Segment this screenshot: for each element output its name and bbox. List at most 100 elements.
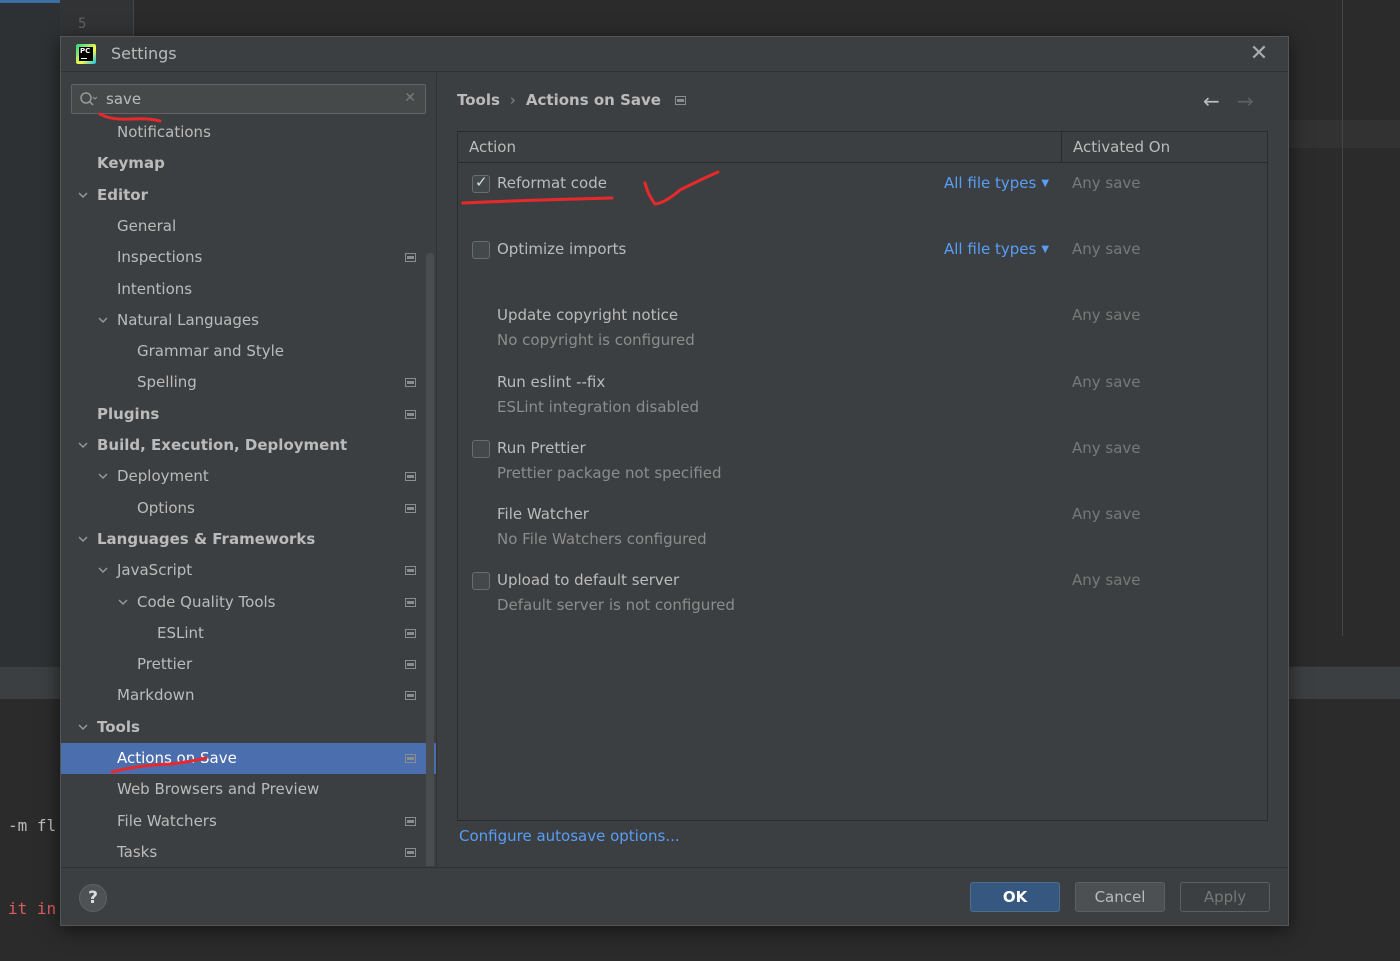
tree-item[interactable]: Web Browsers and Preview (61, 774, 436, 805)
chevron-down-icon[interactable] (77, 533, 89, 545)
help-button[interactable]: ? (79, 884, 107, 912)
tree-item-label: File Watchers (117, 811, 217, 830)
tree-item[interactable]: Spelling (61, 367, 436, 398)
activated-on-value: Any save (1072, 174, 1141, 192)
tree-item[interactable]: Tasks (61, 837, 436, 866)
line-number: 5 (78, 16, 87, 32)
tree-item[interactable]: File Watchers (61, 806, 436, 837)
action-subtitle: No copyright is configured (497, 331, 695, 350)
tree-item[interactable]: Inspections (61, 242, 436, 273)
tree-item[interactable]: Plugins (61, 399, 436, 430)
action-title[interactable]: Run Prettier (497, 439, 586, 457)
chevron-down-icon: ▼ (1041, 178, 1050, 189)
tree-item-label: Tasks (117, 842, 158, 861)
dialog-title: Settings (111, 44, 177, 63)
breadcrumb-parent[interactable]: Tools (457, 91, 500, 109)
settings-sidebar: ✕ Notifications Keymap Editor General Inspec… (61, 73, 436, 866)
action-row: Reformat code All file types ▼ Any save (458, 170, 1267, 230)
tree-item-label: Spelling (137, 373, 197, 392)
action-checkbox[interactable] (472, 241, 490, 260)
tree-item-label: Actions on Save (117, 749, 237, 767)
tree-item[interactable]: Languages & Frameworks (61, 524, 436, 555)
tree-item[interactable]: JavaScript (61, 555, 436, 586)
tree-item[interactable]: Code Quality Tools (61, 587, 436, 618)
table-header: Action Activated On (458, 132, 1267, 163)
breadcrumb-separator: › (509, 91, 516, 109)
ok-button[interactable]: OK (970, 882, 1060, 912)
activated-on-value: Any save (1072, 438, 1141, 457)
action-row: File Watcher No File Watchers configured A… (458, 501, 1267, 561)
project-level-icon (405, 660, 416, 670)
file-types-label: All file types (944, 174, 1037, 192)
terminal-line-error: it in (8, 899, 57, 918)
tree-item[interactable]: Keymap (61, 148, 436, 179)
action-checkbox[interactable] (472, 439, 490, 458)
cancel-button[interactable]: Cancel (1075, 882, 1165, 912)
tree-item-label: Natural Languages (117, 310, 259, 329)
chevron-down-icon[interactable] (77, 189, 89, 201)
chevron-down-icon[interactable] (77, 439, 89, 451)
breadcrumb-current: Actions on Save (525, 91, 661, 109)
close-icon[interactable]: ✕ (1248, 43, 1270, 65)
project-level-icon (674, 96, 686, 105)
tree-item[interactable]: Intentions (61, 274, 436, 305)
apply-button[interactable]: Apply (1180, 882, 1270, 912)
action-title: Run eslint --fix (497, 372, 606, 391)
dialog-titlebar: PC Settings ✕ (61, 37, 1288, 72)
forward-arrow-icon[interactable]: → (1237, 89, 1254, 113)
configure-autosave-link[interactable]: Configure autosave options... (459, 827, 680, 845)
column-header-action[interactable]: Action (458, 132, 1062, 163)
action-subtitle: No File Watchers configured (497, 530, 707, 548)
clear-search-icon[interactable]: ✕ (404, 90, 416, 106)
tree-item[interactable]: Options (61, 493, 436, 524)
chevron-down-icon[interactable] (77, 721, 89, 733)
action-checkbox[interactable] (472, 173, 490, 193)
breadcrumb: Tools › Actions on Save (457, 91, 686, 109)
tree-item[interactable]: General (61, 211, 436, 242)
tree-item[interactable]: Build, Execution, Deployment (61, 430, 436, 461)
search-box[interactable]: ✕ (71, 84, 426, 114)
tree-item-label: Keymap (97, 154, 165, 173)
tree-item-label: Markdown (117, 686, 195, 705)
activated-on-value: Any save (1072, 240, 1141, 259)
tree-item-label: Intentions (117, 279, 193, 298)
back-arrow-icon[interactable]: ← (1203, 89, 1220, 113)
background-current-line (1289, 120, 1400, 148)
project-level-icon (405, 847, 416, 857)
tree-item[interactable]: Actions on Save (61, 743, 436, 774)
activated-on-value: Any save (1072, 571, 1141, 590)
activated-on-value: Any save (1072, 372, 1141, 391)
tree-item[interactable]: ESLint (61, 618, 436, 649)
action-title[interactable]: Reformat code (497, 174, 607, 192)
file-types-dropdown[interactable]: All file types ▼ (944, 174, 1049, 192)
column-header-activated-on[interactable]: Activated On (1062, 132, 1267, 163)
file-types-dropdown[interactable]: All file types ▼ (944, 240, 1049, 258)
chevron-down-icon[interactable] (97, 314, 109, 326)
project-level-icon (405, 691, 416, 701)
tree-item-label: ESLint (157, 623, 204, 642)
tree-item[interactable]: Prettier (61, 649, 436, 680)
project-level-icon (405, 472, 416, 482)
settings-content: Tools › Actions on Save ← → Action Activat… (437, 73, 1288, 866)
tree-item[interactable]: Markdown (61, 680, 436, 711)
tree-item[interactable]: Editor (61, 180, 436, 211)
search-input[interactable] (106, 89, 386, 109)
tree-item[interactable]: Grammar and Style (61, 336, 436, 367)
chevron-down-icon[interactable] (117, 596, 129, 608)
action-checkbox[interactable] (472, 572, 490, 591)
tree-item[interactable]: Natural Languages (61, 305, 436, 336)
sidebar-scrollbar[interactable] (426, 253, 434, 866)
tree-item-label: General (117, 216, 177, 235)
tree-item-label: Plugins (97, 404, 160, 423)
tree-item[interactable]: Deployment (61, 461, 436, 492)
project-level-icon (405, 754, 416, 763)
action-title[interactable]: Upload to default server (497, 571, 679, 589)
tree-item[interactable]: Tools (61, 712, 436, 743)
chevron-down-icon[interactable] (97, 564, 109, 576)
chevron-down-icon[interactable] (97, 470, 109, 482)
action-title[interactable]: Optimize imports (497, 240, 626, 258)
tree-item[interactable]: Notifications (61, 117, 436, 148)
activated-on-value: Any save (1072, 505, 1141, 523)
terminal-line: -m fl (8, 816, 57, 835)
tree-item-label: Tools (97, 717, 140, 736)
